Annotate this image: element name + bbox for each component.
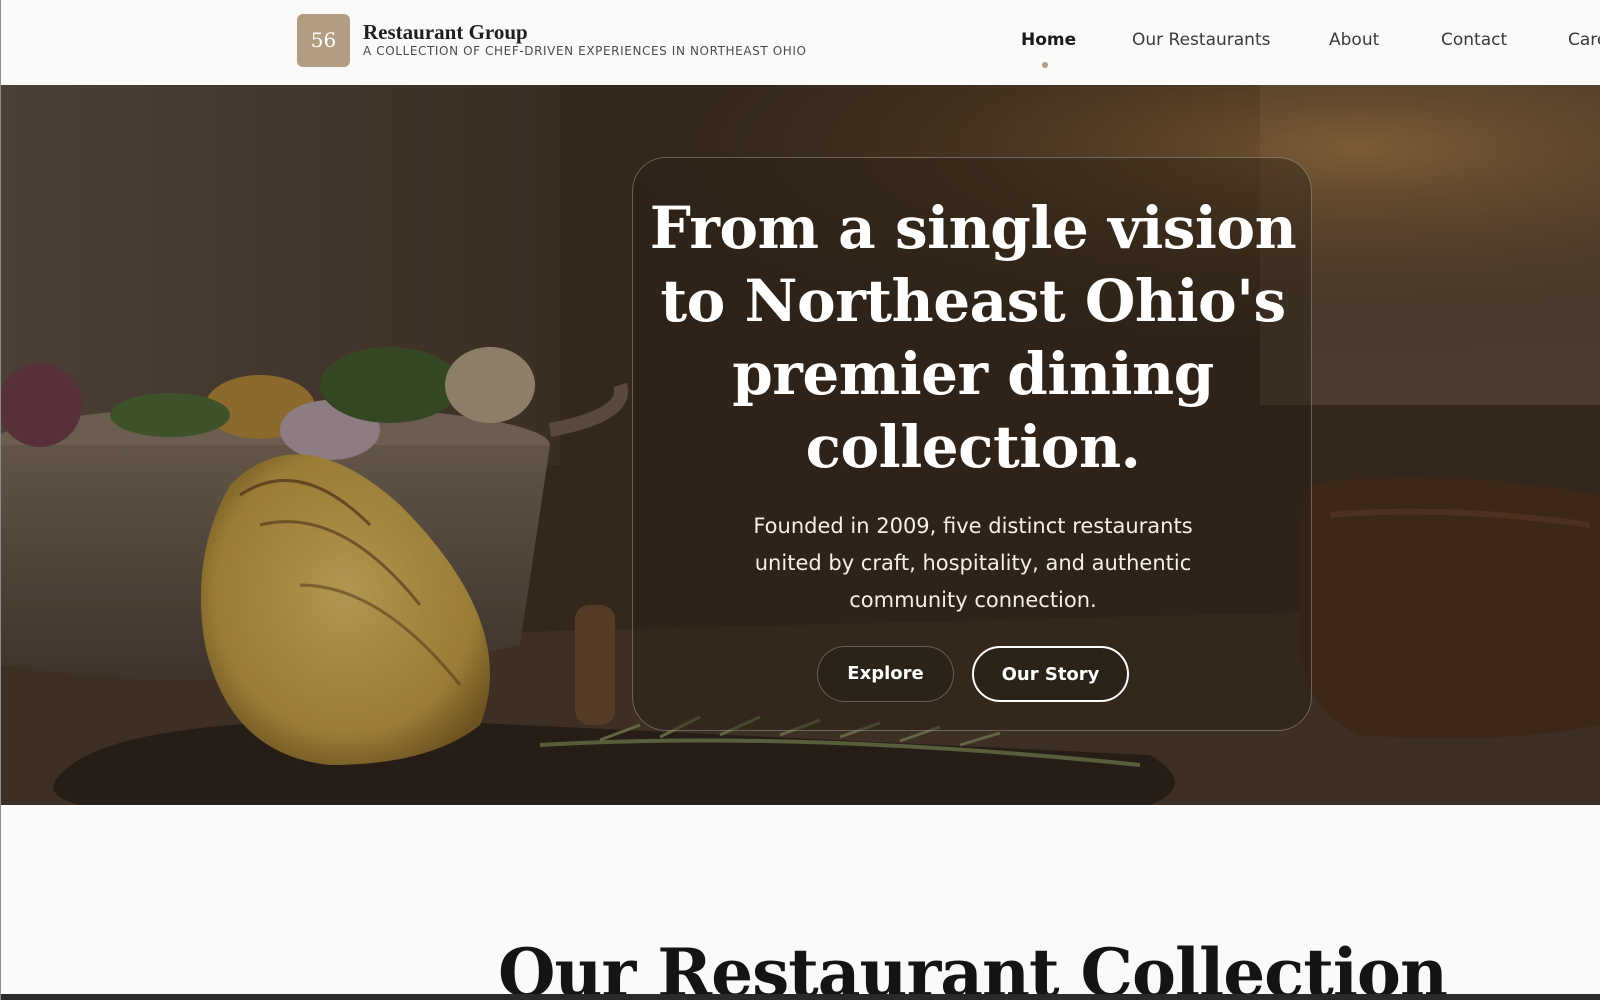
nav-careers[interactable]: Care [1568,30,1600,50]
nav-home[interactable]: Home [1021,30,1076,50]
our-story-button[interactable]: Our Story [972,646,1129,702]
nav-our-restaurants[interactable]: Our Restaurants [1132,30,1270,50]
hero-card: From a single vision to Northeast Ohio's… [632,157,1312,731]
window-bottom-edge [0,994,1600,1000]
page: 56 Restaurant Group A COLLECTION OF CHEF… [0,0,1600,1000]
active-nav-indicator [1042,62,1048,68]
section-title: Our Restaurant Collection [498,934,1448,1000]
hero-title: From a single vision to Northeast Ohio's… [649,194,1297,481]
site-header: 56 Restaurant Group A COLLECTION OF CHEF… [0,0,1600,85]
explore-button[interactable]: Explore [817,646,954,702]
nav-about[interactable]: About [1329,30,1379,50]
brand-tagline: A COLLECTION OF CHEF-DRIVEN EXPERIENCES … [363,44,807,58]
nav-contact[interactable]: Contact [1441,30,1507,50]
window-edge [0,0,1,1000]
logo-badge[interactable]: 56 [297,14,350,67]
hero-subtitle: Founded in 2009, five distinct restauran… [753,514,1193,612]
hero-section: From a single vision to Northeast Ohio's… [0,85,1600,805]
restaurant-collection-section: Our Restaurant Collection [0,805,1600,1000]
brand-name[interactable]: Restaurant Group [363,20,528,45]
